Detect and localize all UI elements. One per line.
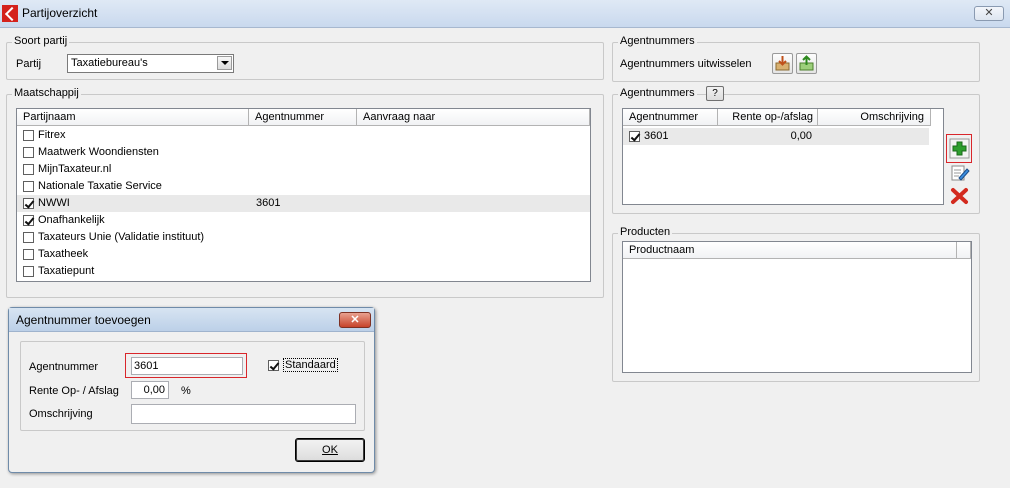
table-row[interactable]: MijnTaxateur.nl: [17, 161, 590, 178]
export-icon: [799, 55, 814, 71]
omschrijving-label: Omschrijving: [29, 408, 93, 420]
agentnummer-input[interactable]: 3601: [131, 357, 243, 375]
table-row[interactable]: Taxatiepunt: [17, 263, 590, 280]
soort-partij-legend: Soort partij: [12, 35, 70, 47]
table-row[interactable]: NWWI 3601: [17, 195, 590, 212]
partijnaam-cell: Onafhankelijk: [38, 214, 105, 226]
partij-dropdown[interactable]: Taxatiebureau's: [67, 54, 234, 73]
agentnummers-grid[interactable]: Agentnummer Rente op-/afslag Omschrijvin…: [622, 108, 944, 205]
row-checkbox[interactable]: [23, 181, 34, 192]
partij-label: Partij: [16, 58, 42, 70]
row-checkbox[interactable]: [23, 232, 34, 243]
standaard-checkbox[interactable]: [268, 360, 279, 371]
edit-icon: [951, 165, 970, 181]
rente-unit: %: [181, 385, 191, 397]
omschrijving-input[interactable]: [131, 404, 356, 424]
import-button[interactable]: [772, 53, 793, 74]
table-row[interactable]: Maatwerk Woondiensten: [17, 144, 590, 161]
column-header-agentnummer[interactable]: Agentnummer: [623, 109, 718, 126]
row-checkbox[interactable]: [23, 266, 34, 277]
agentnummer-input-value: 3601: [134, 360, 159, 372]
table-row[interactable]: Taxatheek: [17, 246, 590, 263]
partijnaam-cell: Taxatiepunt: [38, 265, 95, 277]
agentnummers-legend: Agentnummers: [618, 87, 697, 99]
partijnaam-cell: Nationale Taxatie Service: [38, 180, 162, 192]
agentnummer-label: Agentnummer: [29, 361, 99, 373]
row-checkbox[interactable]: [23, 164, 34, 175]
table-row[interactable]: Nationale Taxatie Service: [17, 178, 590, 195]
window-close-button[interactable]: ✕: [974, 6, 1004, 21]
partijnaam-cell: Maatwerk Woondiensten: [38, 146, 159, 158]
app-logo-icon: [2, 5, 18, 22]
column-header-rente[interactable]: Rente op-/afslag: [718, 109, 818, 126]
row-checkbox[interactable]: [629, 131, 640, 142]
table-row[interactable]: Onafhankelijk: [17, 212, 590, 229]
row-checkbox[interactable]: [23, 147, 34, 158]
delete-button[interactable]: [949, 186, 970, 206]
agentnummers-uitwisselen-label: Agentnummers uitwisselen: [620, 58, 752, 70]
rente-input-value: 0,00: [143, 384, 165, 396]
partijnaam-cell: MijnTaxateur.nl: [38, 163, 112, 175]
ok-button[interactable]: OK: [295, 438, 365, 462]
edit-button[interactable]: [949, 163, 970, 183]
column-header-partijnaam[interactable]: Partijnaam: [17, 109, 249, 126]
maatschappij-legend: Maatschappij: [12, 87, 81, 99]
rente-label: Rente Op- / Afslag: [29, 385, 119, 397]
table-row[interactable]: Fitrex: [17, 127, 590, 144]
producten-grid[interactable]: Productnaam: [622, 241, 972, 373]
table-row[interactable]: 3601 0,00: [623, 128, 929, 145]
add-button[interactable]: [949, 138, 970, 159]
rente-cell: 0,00: [790, 130, 812, 142]
partijnaam-cell: NWWI: [38, 197, 70, 209]
column-header-filler: [957, 242, 971, 259]
delete-icon: [951, 188, 968, 204]
row-checkbox[interactable]: [23, 215, 34, 226]
dialog-title: Agentnummer toevoegen: [16, 313, 151, 327]
partijnaam-cell: Taxatheek: [38, 248, 89, 260]
standaard-label[interactable]: Standaard: [283, 358, 338, 372]
producten-legend: Producten: [618, 226, 673, 238]
partijnaam-cell: Fitrex: [38, 129, 66, 141]
window-title-bar: Partijoverzicht ✕: [0, 0, 1010, 28]
row-checkbox[interactable]: [23, 249, 34, 260]
row-checkbox[interactable]: [23, 198, 34, 209]
dialog-title-bar: Agentnummer toevoegen ✕: [9, 308, 374, 332]
agentnummer-cell: 3601: [644, 130, 669, 142]
row-checkbox[interactable]: [23, 130, 34, 141]
maatschappij-grid[interactable]: Partijnaam Agentnummer Aanvraag naar Fit…: [16, 108, 591, 282]
column-header-omschrijving[interactable]: Omschrijving: [818, 109, 931, 126]
window-title: Partijoverzicht: [22, 6, 98, 20]
agentnummer-toevoegen-dialog: Agentnummer toevoegen ✕ Agentnummer 3601…: [8, 307, 375, 473]
partij-dropdown-value: Taxatiebureau's: [71, 57, 148, 69]
column-header-aanvraag-naar[interactable]: Aanvraag naar: [357, 109, 590, 126]
add-icon: [949, 138, 970, 159]
help-button[interactable]: ?: [706, 86, 724, 101]
dialog-close-button[interactable]: ✕: [339, 312, 371, 328]
chevron-down-icon[interactable]: [217, 56, 232, 70]
agentnummer-cell: 3601: [256, 197, 281, 209]
export-button[interactable]: [796, 53, 817, 74]
import-icon: [775, 56, 790, 71]
column-header-productnaam[interactable]: Productnaam: [623, 242, 957, 259]
partijnaam-cell: Taxateurs Unie (Validatie instituut): [38, 231, 205, 243]
table-row[interactable]: Taxateurs Unie (Validatie instituut): [17, 229, 590, 246]
column-header-agentnummer[interactable]: Agentnummer: [249, 109, 357, 126]
rente-input[interactable]: 0,00: [131, 381, 169, 399]
agentnummers-exchange-legend: Agentnummers: [618, 35, 697, 47]
